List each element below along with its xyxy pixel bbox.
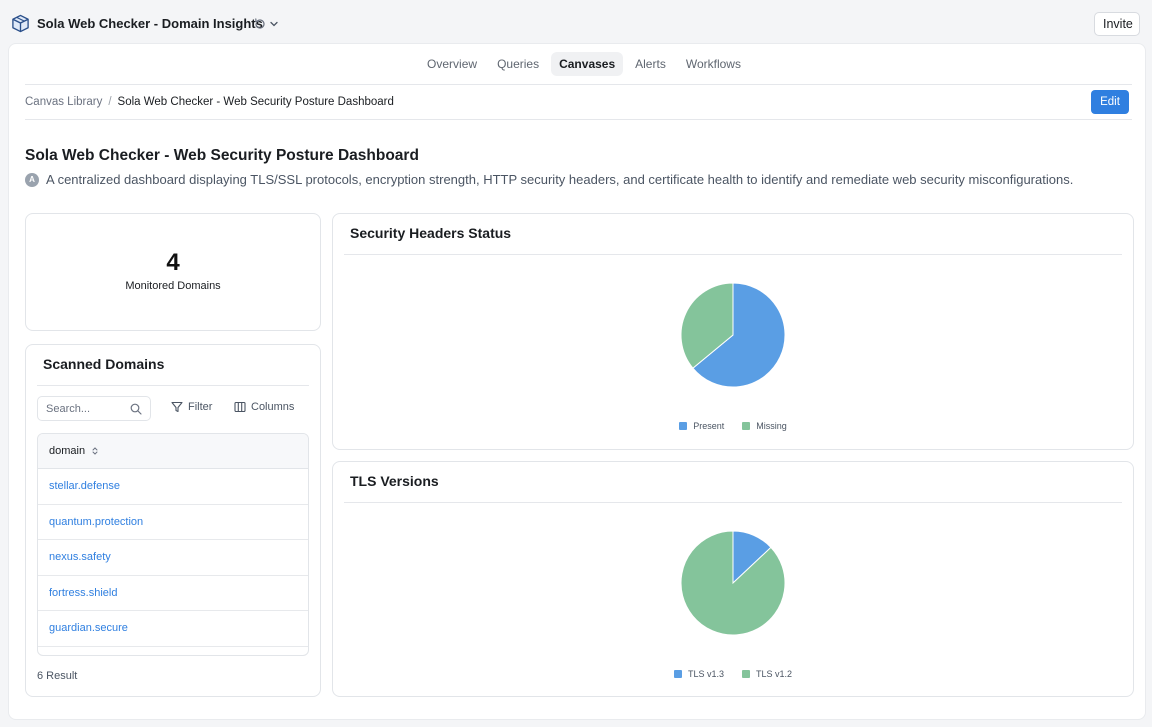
edit-button[interactable]: Edit (1091, 90, 1129, 114)
table-row[interactable]: nexus.safety (38, 540, 308, 576)
refresh-icon[interactable] (253, 17, 267, 31)
tab-bar: Overview Queries Canvases Alerts Workflo… (9, 52, 1145, 76)
legend-swatch (679, 422, 688, 430)
pie-chart-tls-versions (680, 530, 786, 636)
domain-link[interactable]: quantum.protection (49, 516, 143, 528)
divider (37, 385, 309, 386)
chart-legend: Present Missing (333, 421, 1133, 431)
app-title-dropdown[interactable]: Sola Web Checker - Domain Insights (37, 16, 279, 31)
domain-link[interactable]: stellar.defense (49, 480, 120, 492)
legend-item[interactable]: TLS v1.2 (742, 669, 792, 679)
card-title: Scanned Domains (43, 356, 165, 372)
breadcrumb-current: Sola Web Checker - Web Security Posture … (117, 96, 394, 108)
legend-label: TLS v1.2 (756, 669, 793, 679)
chart-legend: TLS v1.3 TLS v1.2 (333, 669, 1133, 679)
tab-canvases[interactable]: Canvases (551, 52, 624, 76)
chevron-down-icon (270, 21, 278, 26)
author-avatar: A (25, 172, 39, 187)
search-box (37, 396, 151, 421)
cube-logo-icon (12, 14, 29, 33)
legend-label: TLS v1.3 (687, 669, 724, 679)
table-row[interactable]: quantum.protection (38, 505, 308, 540)
page-title: Sola Web Checker - Web Security Posture … (25, 147, 419, 164)
legend-item[interactable]: TLS v1.3 (673, 669, 724, 679)
security-headers-chart-card: Security Headers Status Present Missing (332, 213, 1134, 450)
search-input[interactable] (46, 402, 124, 415)
page-description: A A centralized dashboard displaying TLS… (25, 172, 1073, 187)
app-title-text: Sola Web Checker - Domain Insights (37, 16, 263, 31)
filter-icon (171, 401, 183, 413)
filter-label: Filter (188, 401, 213, 413)
kpi-card-monitored-domains: 4 Monitored Domains (25, 213, 321, 331)
search-icon (130, 403, 142, 415)
tab-overview[interactable]: Overview (419, 52, 485, 76)
pie-chart-security-headers (680, 282, 786, 388)
divider (25, 119, 1132, 120)
tab-queries[interactable]: Queries (489, 52, 547, 76)
legend-label: Present (693, 421, 725, 431)
column-header-domain[interactable]: domain (38, 434, 308, 469)
columns-label: Columns (251, 401, 295, 413)
tls-versions-chart-card: TLS Versions TLS v1.3 TLS v1.2 (332, 461, 1134, 697)
filter-button[interactable]: Filter (171, 401, 212, 413)
divider (25, 84, 1132, 85)
kpi-label: Monitored Domains (125, 280, 221, 292)
result-count: 6 Result (37, 670, 78, 682)
kpi-value: 4 (166, 249, 180, 276)
legend-swatch (742, 422, 751, 430)
domains-table: domain stellar.defense quantum.protectio… (37, 433, 309, 656)
legend-item[interactable]: Present (679, 421, 724, 431)
scanned-domains-card: Scanned Domains Filter Columns domain st… (25, 344, 321, 697)
legend-item[interactable]: Missing (742, 421, 787, 431)
table-row[interactable]: stellar.defense (38, 469, 308, 505)
main-panel: Overview Queries Canvases Alerts Workflo… (8, 43, 1146, 720)
columns-button[interactable]: Columns (234, 401, 294, 413)
top-bar: Sola Web Checker - Domain Insights Invit… (0, 0, 1152, 46)
description-text: A centralized dashboard displaying TLS/S… (46, 172, 1074, 187)
columns-icon (234, 401, 246, 413)
domain-link[interactable]: guardian.secure (49, 622, 128, 634)
column-header-label: domain (49, 445, 86, 457)
legend-swatch (742, 670, 750, 678)
table-row[interactable]: fortress.shield (38, 576, 308, 611)
legend-swatch (673, 670, 682, 678)
tab-workflows[interactable]: Workflows (678, 52, 749, 76)
domain-link[interactable]: fortress.shield (49, 587, 117, 599)
domain-link[interactable]: nexus.safety (49, 551, 111, 563)
breadcrumb: Canvas Library / Sola Web Checker - Web … (25, 96, 394, 108)
breadcrumb-canvas-library[interactable]: Canvas Library (25, 96, 102, 108)
tab-alerts[interactable]: Alerts (627, 52, 674, 76)
legend-label: Missing (756, 421, 787, 431)
table-row[interactable]: guardian.secure (38, 611, 308, 647)
sort-icon[interactable] (91, 446, 99, 456)
breadcrumb-separator: / (108, 96, 112, 108)
invite-button[interactable]: Invite (1094, 12, 1140, 36)
